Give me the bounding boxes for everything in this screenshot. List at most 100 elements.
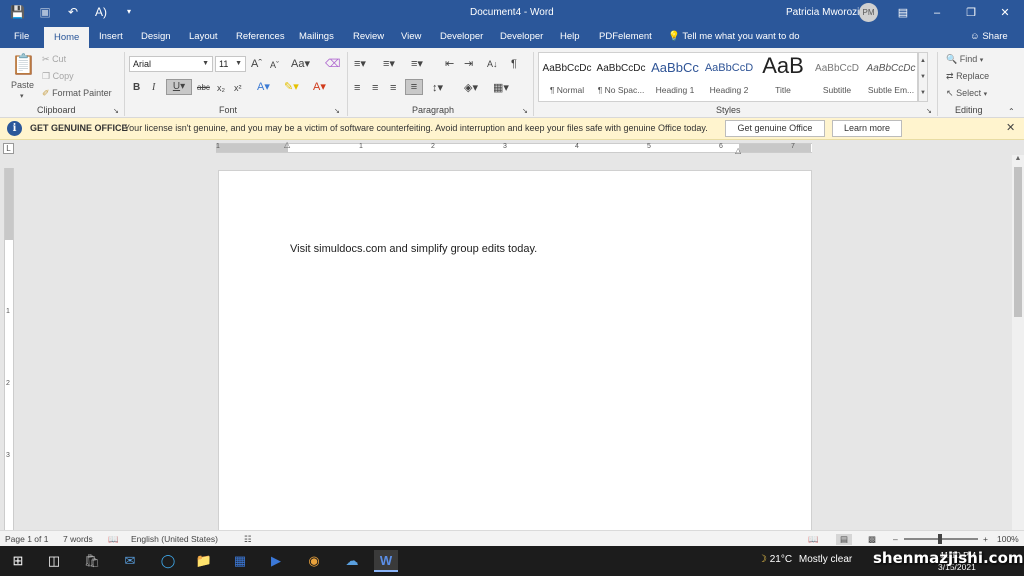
- copy-button[interactable]: ❐ Copy: [42, 71, 74, 82]
- tab-file[interactable]: File: [14, 26, 29, 48]
- align-right-icon[interactable]: ≡: [390, 82, 396, 94]
- user-name[interactable]: Patricia Mworozi: [786, 7, 859, 18]
- tab-layout[interactable]: Layout: [189, 26, 218, 48]
- close-icon[interactable]: ✕: [1006, 121, 1015, 134]
- cut-button[interactable]: ✂ Cut: [42, 54, 66, 65]
- mail-icon[interactable]: ✉: [118, 550, 142, 572]
- align-center-icon[interactable]: ≡: [372, 82, 378, 94]
- style-subtle-emphasis[interactable]: AaBbCcDc Subtle Em...: [864, 53, 918, 101]
- browser-icon[interactable]: ◉: [302, 550, 326, 572]
- chevron-down-icon[interactable]: ▼: [919, 69, 927, 85]
- accessibility-icon[interactable]: ☷: [244, 534, 252, 545]
- document-page[interactable]: Visit simuldocs.com and simplify group e…: [218, 170, 812, 532]
- autosave-icon[interactable]: ▣: [38, 4, 52, 20]
- decrease-indent-icon[interactable]: ⇤: [445, 58, 454, 70]
- style-heading-1[interactable]: AaBbCc Heading 1: [648, 53, 702, 101]
- store-icon[interactable]: 🛍: [80, 550, 104, 572]
- task-view-icon[interactable]: ◫: [42, 550, 66, 572]
- tab-help[interactable]: Help: [560, 26, 580, 48]
- font-launcher-icon[interactable]: ↘: [334, 106, 340, 118]
- chevron-up-icon[interactable]: ▲: [919, 53, 927, 69]
- tab-design[interactable]: Design: [141, 26, 171, 48]
- tab-references[interactable]: References: [236, 26, 285, 48]
- format-painter-button[interactable]: ✐ Format Painter: [42, 88, 112, 99]
- justify-icon[interactable]: ≡: [405, 79, 423, 95]
- paragraph-launcher-icon[interactable]: ↘: [522, 106, 528, 118]
- paste-dropdown-icon[interactable]: ▾: [20, 92, 24, 100]
- customize-qat-icon[interactable]: ▾: [122, 4, 136, 20]
- print-layout-icon[interactable]: ▤: [836, 534, 853, 545]
- subscript-icon[interactable]: x₂: [217, 82, 225, 94]
- tab-view[interactable]: View: [401, 26, 421, 48]
- style-heading-2[interactable]: AaBbCcD Heading 2: [702, 53, 756, 101]
- vertical-ruler[interactable]: 1 2 3: [4, 168, 14, 530]
- vertical-scrollbar[interactable]: ▲: [1012, 155, 1024, 530]
- tab-insert[interactable]: Insert: [99, 26, 123, 48]
- tab-selector[interactable]: L: [3, 143, 14, 154]
- font-family-select[interactable]: Arial ▼: [129, 56, 213, 72]
- numbering-icon[interactable]: ≡▾: [383, 58, 395, 70]
- right-indent-marker-icon[interactable]: △: [735, 146, 741, 155]
- tell-me-search[interactable]: 💡 Tell me what you want to do: [668, 26, 800, 48]
- undo-icon[interactable]: ↶: [66, 4, 80, 20]
- style-title[interactable]: AaB Title: [756, 53, 810, 101]
- file-explorer-icon[interactable]: 📁: [192, 550, 216, 572]
- grow-font-icon[interactable]: Aˆ: [251, 58, 262, 70]
- change-case-icon[interactable]: Aa▾: [291, 58, 310, 70]
- tab-home[interactable]: Home: [44, 27, 90, 48]
- shrink-font-icon[interactable]: Aˇ: [270, 59, 279, 71]
- scroll-up-icon[interactable]: ▲: [1012, 155, 1024, 162]
- learn-more-button[interactable]: Learn more: [832, 120, 902, 137]
- borders-icon[interactable]: ▦▾: [493, 82, 509, 94]
- share-button[interactable]: ☺ Share: [970, 26, 1008, 48]
- proofing-icon[interactable]: 📖: [108, 534, 119, 545]
- read-aloud-icon[interactable]: A): [94, 4, 108, 20]
- minimize-icon[interactable]: –: [920, 0, 954, 26]
- multilevel-list-icon[interactable]: ≡▾: [411, 58, 423, 70]
- tab-review[interactable]: Review: [353, 26, 384, 48]
- ribbon-display-options-icon[interactable]: ▤: [886, 0, 920, 26]
- edge-icon[interactable]: ◯: [156, 550, 180, 572]
- word-count[interactable]: 7 words: [63, 534, 93, 544]
- paste-icon[interactable]: 📋: [11, 53, 36, 77]
- font-size-select[interactable]: 11 ▼: [215, 56, 246, 72]
- zoom-out-icon[interactable]: –: [893, 534, 898, 544]
- bold-icon[interactable]: B: [133, 82, 140, 94]
- sort-icon[interactable]: A↓: [487, 58, 498, 70]
- style-no-spacing[interactable]: AaBbCcDc ¶ No Spac...: [594, 53, 648, 101]
- find-button[interactable]: 🔍 Find ▾: [946, 54, 983, 65]
- save-icon[interactable]: 💾: [10, 4, 25, 20]
- underline-icon[interactable]: U▾: [166, 79, 192, 95]
- styles-scroll[interactable]: ▲ ▼ ▼: [918, 52, 928, 102]
- calculator-icon[interactable]: ▦: [228, 550, 252, 572]
- italic-icon[interactable]: I: [152, 82, 155, 94]
- highlight-color-icon[interactable]: ✎▾: [284, 81, 299, 93]
- replace-button[interactable]: ⇄ Replace: [946, 71, 989, 82]
- get-genuine-office-button[interactable]: Get genuine Office: [725, 120, 825, 137]
- tab-pdfelement[interactable]: PDFelement: [599, 26, 652, 48]
- font-color-icon[interactable]: A▾: [313, 81, 326, 93]
- style-subtitle[interactable]: AaBbCcD Subtitle: [810, 53, 864, 101]
- more-styles-icon[interactable]: ▼: [919, 85, 927, 101]
- close-icon[interactable]: ✕: [988, 0, 1022, 26]
- collapse-ribbon-icon[interactable]: ⌃: [1008, 106, 1015, 118]
- zoom-in-icon[interactable]: +: [983, 534, 988, 544]
- zoom-slider[interactable]: [904, 534, 978, 544]
- style-normal[interactable]: AaBbCcDc ¶ Normal: [540, 53, 594, 101]
- document-body-text[interactable]: Visit simuldocs.com and simplify group e…: [290, 243, 537, 255]
- shading-icon[interactable]: ◈▾: [464, 82, 478, 94]
- align-left-icon[interactable]: ≡: [354, 82, 360, 94]
- page-count[interactable]: Page 1 of 1: [5, 534, 48, 544]
- select-button[interactable]: ↖ Select ▾: [946, 88, 987, 99]
- increase-indent-icon[interactable]: ⇥: [464, 58, 473, 70]
- scrollbar-thumb[interactable]: [1014, 167, 1022, 317]
- bullets-icon[interactable]: ≡▾: [354, 58, 366, 70]
- tab-developer-2[interactable]: Developer: [500, 26, 543, 48]
- tab-mailings[interactable]: Mailings: [299, 26, 334, 48]
- media-player-icon[interactable]: ▶: [264, 550, 288, 572]
- pilcrow-icon[interactable]: ¶: [511, 58, 517, 70]
- web-layout-icon[interactable]: ▩: [868, 534, 876, 545]
- zoom-slider-thumb[interactable]: [938, 534, 942, 544]
- clipboard-launcher-icon[interactable]: ↘: [113, 106, 119, 118]
- text-effects-icon[interactable]: A▾: [257, 81, 270, 93]
